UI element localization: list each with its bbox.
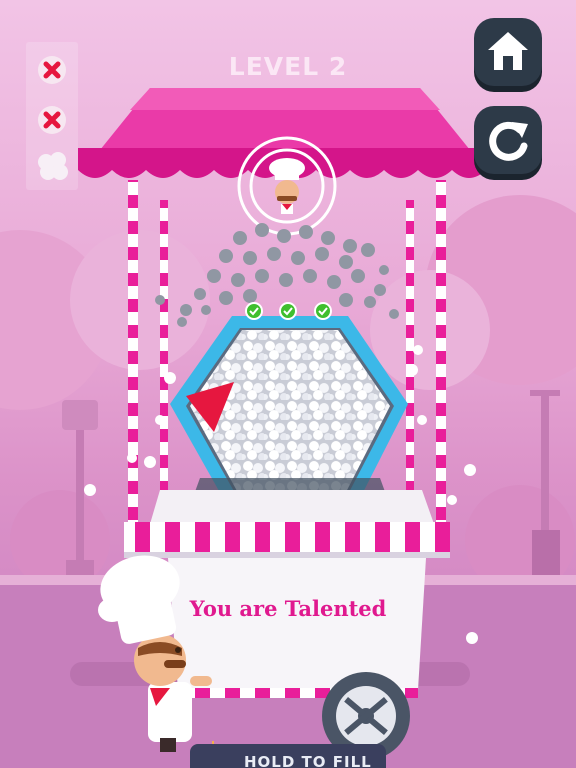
home-icon xyxy=(488,32,528,70)
hold-button-label: HOLD TO FILL xyxy=(244,753,372,768)
restart-button[interactable] xyxy=(474,106,542,174)
check-icon xyxy=(279,302,297,320)
game-scene[interactable]: LEVEL 2 You are Talented HOLD TO FILL xyxy=(0,0,576,768)
fail-x-icon xyxy=(36,104,68,136)
cart-pole-right-back xyxy=(406,200,414,500)
cart-pole-left xyxy=(128,180,138,530)
attempts-panel xyxy=(26,42,78,190)
cart-banner-text: You are Talented xyxy=(189,596,387,621)
cart-pole-right xyxy=(436,180,446,530)
check-icon xyxy=(245,302,263,320)
target-checks xyxy=(245,302,332,320)
hold-to-fill-button[interactable]: HOLD TO FILL xyxy=(190,744,386,768)
restart-icon xyxy=(489,121,528,161)
home-button[interactable] xyxy=(474,18,542,86)
fail-x-icon xyxy=(36,54,68,86)
popcorn-life-icon xyxy=(36,150,68,182)
check-icon xyxy=(314,302,332,320)
cart-pole-left-back xyxy=(160,200,168,500)
